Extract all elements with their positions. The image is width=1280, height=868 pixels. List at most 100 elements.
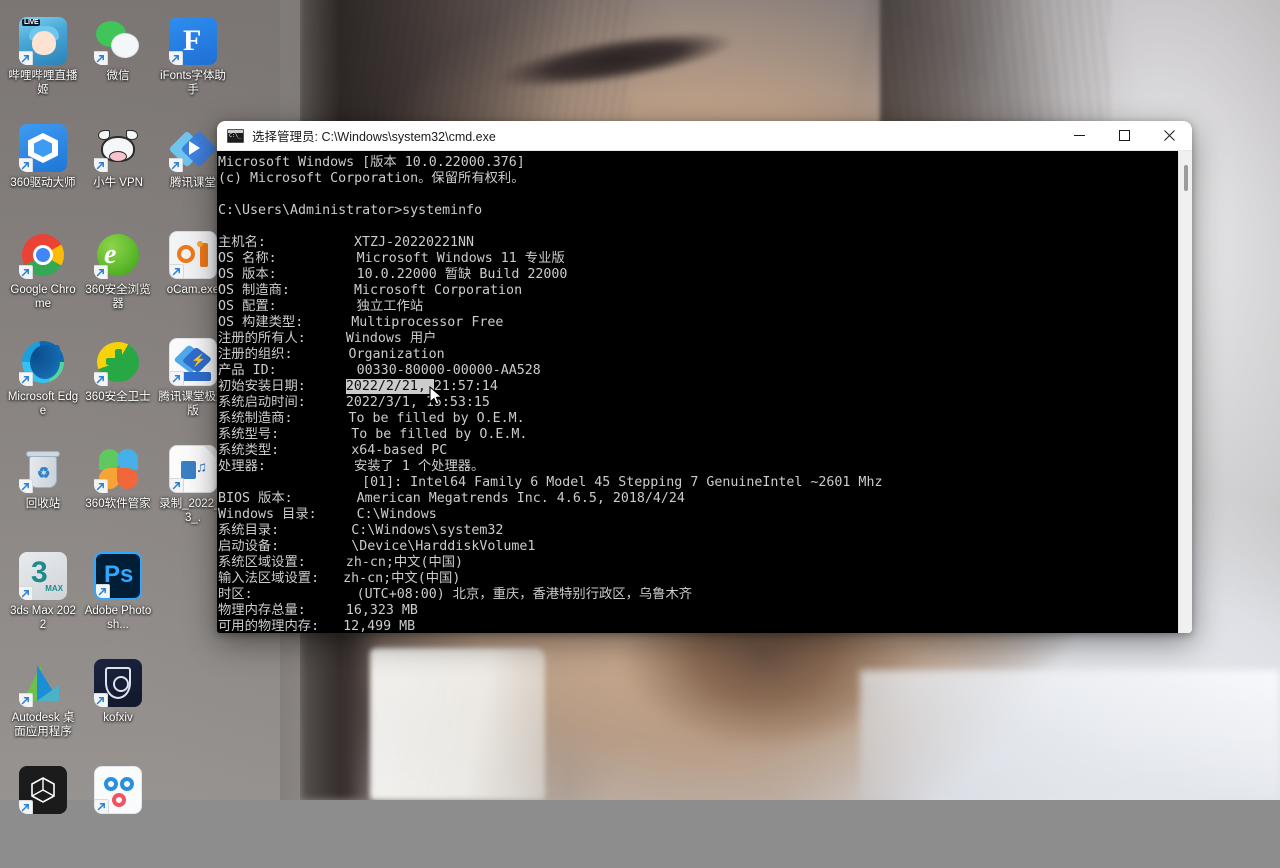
ocam-exe-icon: [169, 231, 217, 279]
console-line: BIOS 版本: American Megatrends Inc. 4.6.5,…: [218, 491, 685, 506]
shortcut-arrow-icon: [19, 479, 33, 493]
desktop-icon-360-driver-master[interactable]: 360驱动大师: [6, 119, 80, 226]
console-line: 产品 ID: 00330-80000-00000-AA528: [218, 363, 541, 378]
360-browser-icon: e: [94, 231, 142, 279]
console-line: 系统启动时间: 2022/3/1, 15:53:15: [218, 395, 490, 410]
desktop-icon-xiaoniu-vpn[interactable]: 小牛 VPN: [81, 119, 155, 226]
maximize-button[interactable]: [1102, 121, 1147, 151]
360-software-manager-icon: [94, 445, 142, 493]
adobe-photoshop-icon: Ps: [94, 552, 142, 600]
desktop-icon-360-browser[interactable]: e 360安全浏览器: [81, 226, 155, 333]
console-line: 系统类型: x64-based PC: [218, 443, 448, 458]
desktop-icon-label: Microsoft Edge: [7, 391, 79, 417]
desktop-icon-cloud-app[interactable]: [81, 761, 155, 868]
shortcut-arrow-icon: [94, 693, 108, 707]
tencent-ketang-icon: [169, 124, 217, 172]
desktop-icon-label: 回收站: [25, 498, 61, 510]
shortcut-arrow-icon: [19, 51, 33, 65]
bilibili-live-icon: LIVE: [19, 17, 67, 65]
desktop-icon-3ds-max-2022[interactable]: 3 MAX 3ds Max 2022: [6, 547, 80, 654]
desktop-icon-label: 哔哩哔哩直播姬: [8, 70, 78, 96]
shortcut-arrow-icon: [94, 265, 108, 279]
console-icon: C:\_: [227, 128, 244, 143]
desktop-icon-google-chrome[interactable]: Google Chrome: [6, 226, 80, 333]
google-chrome-icon: [19, 231, 67, 279]
desktop-icon-label: Autodesk 桌面应用程序: [11, 712, 75, 738]
recycle-bin-icon: ♻: [19, 445, 67, 493]
minimize-button[interactable]: [1057, 121, 1102, 151]
shortcut-arrow-icon: [19, 372, 33, 386]
console-line-selected[interactable]: 初始安装日期: 2022/2/21, 21:57:14: [218, 379, 1178, 395]
shortcut-arrow-icon: [94, 158, 108, 172]
desktop-icon-360-software-manager[interactable]: 360软件管家: [81, 440, 155, 547]
shortcut-arrow-icon: [19, 586, 33, 600]
desktop-icon-label: 360安全卫士: [85, 391, 151, 403]
wechat-icon: [94, 17, 142, 65]
shortcut-arrow-icon: [94, 51, 108, 65]
desktop-icon-label: 3ds Max 2022: [10, 605, 76, 631]
console-line: 系统型号: To be filled by O.E.M.: [218, 427, 528, 442]
console-line: 注册的组织: Organization: [218, 347, 445, 362]
desktop-icon-unity-hub[interactable]: [6, 761, 80, 868]
console-line: 系统区域设置: zh-cn;中文(中国): [218, 555, 464, 570]
console-line: [01]: Intel64 Family 6 Model 45 Stepping…: [218, 475, 883, 490]
shortcut-arrow-icon: [169, 158, 183, 172]
desktop-icon-label: iFonts字体助手: [160, 70, 226, 96]
ifonts-icon: F: [169, 17, 217, 65]
console-output[interactable]: Microsoft Windows [版本 10.0.22000.376] (c)…: [217, 151, 1178, 633]
desktop-icon-label: Google Chrome: [10, 284, 76, 310]
desktop-icon-label: Adobe Photosh...: [84, 605, 152, 631]
desktop-icon-label: 360软件管家: [85, 498, 151, 510]
wallpaper-milk-glass: [370, 648, 545, 800]
desktop-icon-microsoft-edge[interactable]: Microsoft Edge: [6, 333, 80, 440]
desktop-icon-label: 360驱动大师: [10, 177, 76, 189]
console-line: OS 制造商: Microsoft Corporation: [218, 283, 523, 298]
console-scrollbar-thumb[interactable]: [1184, 165, 1188, 191]
shortcut-arrow-icon: [170, 478, 184, 492]
selected-text[interactable]: 2022/2/21,: [345, 379, 434, 394]
desktop-icon-label: kofxiv: [103, 712, 133, 724]
shortcut-arrow-icon: [94, 479, 108, 493]
window-titlebar[interactable]: C:\_ 选择管理员: C:\Windows\system32\cmd.exe: [217, 121, 1192, 151]
wallpaper-shirt: [860, 670, 1280, 800]
desktop-icon-autodesk-desktop-app[interactable]: Autodesk 桌面应用程序: [6, 654, 80, 761]
window-title: 选择管理员: C:\Windows\system32\cmd.exe: [252, 130, 496, 144]
cmd-window[interactable]: C:\_ 选择管理员: C:\Windows\system32\cmd.exe …: [217, 121, 1192, 633]
console-line: 处理器: 安装了 1 个处理器。: [218, 459, 485, 474]
desktop-icon-kofxiv[interactable]: kofxiv: [81, 654, 155, 761]
desktop-icon-360-safeguard[interactable]: 360安全卫士: [81, 333, 155, 440]
console-line: (c) Microsoft Corporation。保留所有权利。: [218, 171, 525, 186]
desktop-icon-label: 微信: [106, 70, 130, 82]
desktop-icon-recycle-bin[interactable]: ♻ 回收站: [6, 440, 80, 547]
desktop-icon-bilibili-live[interactable]: LIVE 哔哩哔哩直播姬: [6, 12, 80, 119]
console-line: OS 构建类型: Multiprocessor Free: [218, 315, 504, 330]
shortcut-arrow-icon: [94, 372, 108, 386]
shortcut-arrow-icon: [170, 264, 184, 278]
3ds-max-2022-icon: 3 MAX: [19, 552, 67, 600]
desktop-icon-ifonts[interactable]: FiFonts字体助手: [156, 12, 230, 119]
desktop-icon-wechat[interactable]: 微信: [81, 12, 155, 119]
desktop-icon-adobe-photoshop[interactable]: Ps Adobe Photosh...: [81, 547, 155, 654]
console-scrollbar[interactable]: [1178, 151, 1192, 633]
console-line: 系统目录: C:\Windows\system32: [218, 523, 504, 538]
desktop-icon-label: 小牛 VPN: [93, 177, 143, 189]
console-area[interactable]: Microsoft Windows [版本 10.0.22000.376] (c)…: [217, 151, 1192, 633]
console-line: 时区: (UTC+08:00) 北京，重庆，香港特别行政区，乌鲁木齐: [218, 587, 693, 602]
autodesk-desktop-app-icon: [19, 659, 67, 707]
console-line: Microsoft Windows [版本 10.0.22000.376]: [218, 155, 525, 170]
shortcut-arrow-icon: [19, 265, 33, 279]
console-line: 系统制造商: To be filled by O.E.M.: [218, 411, 525, 426]
window-controls: [1057, 121, 1192, 151]
console-line: OS 版本: 10.0.22000 暂缺 Build 22000: [218, 267, 568, 282]
tencent-ketang-fast-icon: ⚡: [169, 338, 217, 386]
unity-hub-icon: [19, 766, 67, 814]
close-button[interactable]: [1147, 121, 1192, 151]
console-line: Windows 目录: C:\Windows: [218, 507, 437, 522]
shortcut-arrow-icon: [19, 693, 33, 707]
console-line: 物理内存总量: 16,323 MB: [218, 603, 418, 618]
console-line: 可用的物理内存: 12,499 MB: [218, 619, 416, 633]
kofxiv-icon: [94, 659, 142, 707]
console-line: 输入法区域设置: zh-cn;中文(中国): [218, 571, 461, 586]
console-line: 主机名: XTZJ-20220221NN: [218, 235, 475, 250]
